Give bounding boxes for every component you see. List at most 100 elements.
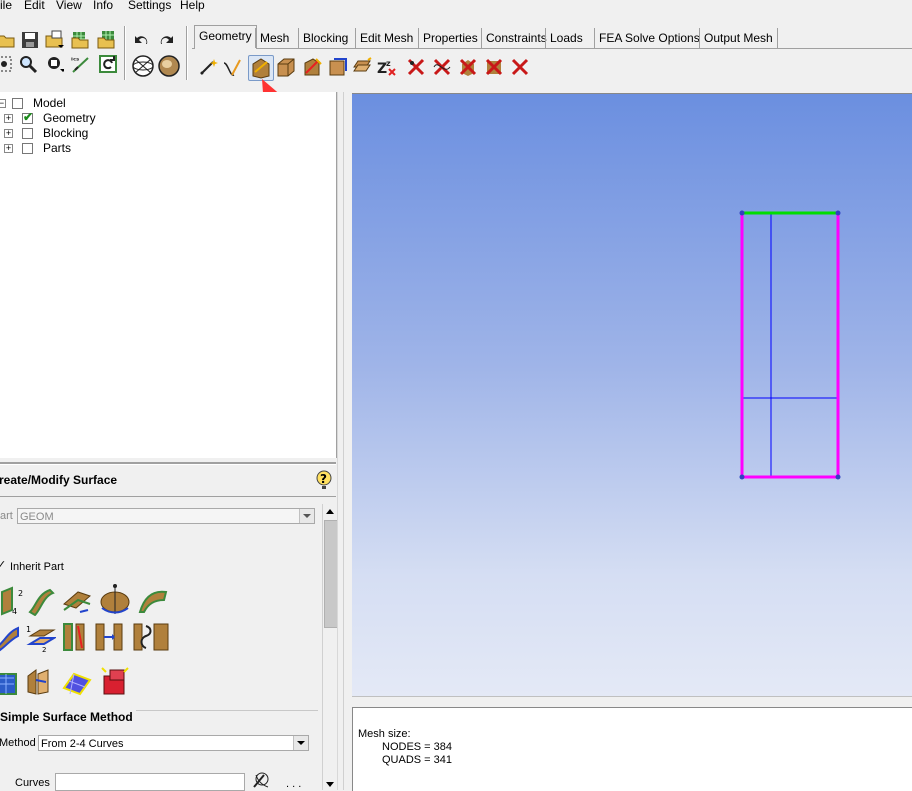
tree-expander[interactable]: + (4, 144, 13, 153)
transform-icon[interactable] (328, 57, 348, 77)
restore-icon[interactable] (352, 57, 372, 77)
tab-loads[interactable]: Loads (545, 28, 587, 48)
delete-point-icon[interactable]: Zz (376, 57, 396, 77)
svg-text:ᴵᶜˢ: ᴵᶜˢ (71, 56, 79, 65)
offset-surface-icon[interactable] (0, 622, 26, 652)
bridge-surface-icon[interactable] (26, 666, 56, 696)
tree-item-model[interactable]: Model (33, 96, 66, 111)
message-line: Mesh size: (358, 728, 411, 740)
tree-expander[interactable]: + (4, 114, 13, 123)
delete-icon[interactable] (510, 57, 530, 77)
scroll-up-icon[interactable] (326, 509, 334, 514)
sweep-surface-icon[interactable] (62, 586, 92, 616)
redo-icon[interactable] (157, 30, 177, 50)
open-icon[interactable] (0, 30, 16, 50)
surface-from-points-icon[interactable] (26, 586, 56, 616)
geometry-canvas[interactable] (352, 94, 912, 696)
message-panel: Mesh size: NODES = 384 QUADS = 341 (352, 707, 912, 791)
menu-view[interactable]: View (56, 0, 82, 12)
open-file-icon[interactable] (44, 30, 64, 50)
mesh-grid-icon[interactable] (70, 30, 90, 50)
solid-sphere-icon[interactable] (157, 54, 181, 78)
scrollbar-thumb[interactable] (324, 520, 338, 628)
svg-text:2: 2 (42, 646, 46, 652)
tab-constraints[interactable]: Constraints (481, 28, 551, 48)
tab-properties[interactable]: Properties (418, 28, 482, 48)
select-curves-icon[interactable] (250, 771, 272, 791)
mesh-file-icon[interactable] (96, 30, 116, 50)
tab-geometry[interactable]: Geometry (194, 25, 257, 49)
curves-label: Curves (15, 777, 50, 789)
tree-checkbox-model[interactable] (12, 98, 23, 109)
midsurface-icon[interactable]: 12 (26, 622, 56, 652)
delete-body-icon[interactable] (458, 57, 478, 77)
tab-edit-mesh[interactable]: Edit Mesh (355, 28, 417, 48)
delete-surface-icon[interactable] (432, 57, 452, 77)
delete-any-icon[interactable] (484, 57, 504, 77)
geometry-point[interactable] (835, 474, 841, 480)
extrude-surface-icon[interactable] (0, 666, 26, 696)
surface-panel: reate/Modify Surface ? art GEOM ✓ Inheri… (0, 462, 336, 791)
graphics-viewport[interactable] (352, 93, 912, 696)
menu-settings[interactable]: Settings (128, 0, 171, 12)
convert-body-icon[interactable] (100, 666, 130, 696)
refresh-icon[interactable] (98, 54, 118, 74)
menu-help[interactable]: Help (180, 0, 205, 12)
tab-fea-solve-options[interactable]: FEA Solve Options (594, 28, 704, 48)
svg-text:?: ? (320, 472, 327, 486)
message-line: NODES = 384 (382, 741, 453, 753)
main-toolbar: ᴵᶜˢ (0, 16, 190, 86)
save-icon[interactable] (20, 30, 40, 50)
geometry-point[interactable] (739, 210, 745, 216)
wireframe-sphere-icon[interactable] (131, 54, 155, 78)
menu-edit[interactable]: Edit (24, 0, 45, 12)
surface-of-revolution-icon[interactable] (98, 582, 132, 616)
tree-expander[interactable]: + (4, 129, 13, 138)
method-select[interactable]: From 2-4 Curves (38, 735, 309, 751)
zoom-icon[interactable] (18, 54, 38, 74)
merge-surface-icon[interactable] (94, 622, 124, 652)
create-body-icon[interactable] (276, 57, 296, 77)
tree-checkbox-parts[interactable] (22, 143, 33, 154)
undo-icon[interactable] (131, 30, 151, 50)
curves-input[interactable] (55, 773, 245, 791)
geometry-point[interactable] (739, 474, 745, 480)
create-curve-icon[interactable] (222, 57, 242, 77)
more-icon[interactable]: . . . (286, 778, 301, 790)
geometry-repair-icon[interactable] (302, 57, 322, 77)
inherit-part-checkbox[interactable]: ✓ (0, 558, 6, 571)
tab-mesh[interactable]: Mesh (255, 28, 293, 48)
menu-file[interactable]: ile (0, 0, 12, 12)
measure-icon[interactable] (44, 54, 64, 74)
tree-checkbox-blocking[interactable] (22, 128, 33, 139)
tree-item-parts[interactable]: Parts (43, 141, 71, 156)
panel-scrollbar[interactable] (322, 504, 338, 790)
check-icon: ✔ (23, 110, 34, 124)
tree-item-blocking[interactable]: Blocking (43, 126, 88, 141)
mesh-surface-icon[interactable] (62, 666, 92, 696)
chevron-down-icon (299, 509, 314, 523)
method-section-title: Simple Surface Method (0, 710, 136, 724)
help-icon[interactable]: ? (316, 470, 332, 490)
delete-curve-icon[interactable] (406, 57, 426, 77)
viewport-splitter[interactable] (352, 696, 912, 707)
panel-splitter[interactable] (337, 92, 352, 790)
tree-expander[interactable]: − (0, 99, 6, 108)
part-select[interactable]: GEOM (17, 508, 315, 524)
tab-blocking[interactable]: Blocking (298, 28, 352, 48)
svg-text:2: 2 (18, 589, 23, 598)
geometry-point[interactable] (835, 210, 841, 216)
loft-surface-icon[interactable] (138, 586, 168, 616)
segment-surface-icon[interactable] (60, 622, 90, 652)
method-label: Method (0, 737, 36, 749)
scroll-down-icon[interactable] (326, 782, 334, 787)
menu-info[interactable]: Info (93, 0, 113, 12)
svg-text:1: 1 (26, 625, 31, 634)
menu-bar: ile Edit View Info Settings Help (0, 0, 912, 14)
tab-output-mesh[interactable]: Output Mesh (699, 28, 778, 48)
coordinate-system-icon[interactable]: ᴵᶜˢ (70, 54, 90, 74)
fit-icon[interactable] (0, 54, 14, 74)
trim-surface-icon[interactable] (146, 622, 176, 652)
tree-item-geometry[interactable]: Geometry (43, 111, 96, 126)
create-point-icon[interactable] (198, 57, 218, 77)
